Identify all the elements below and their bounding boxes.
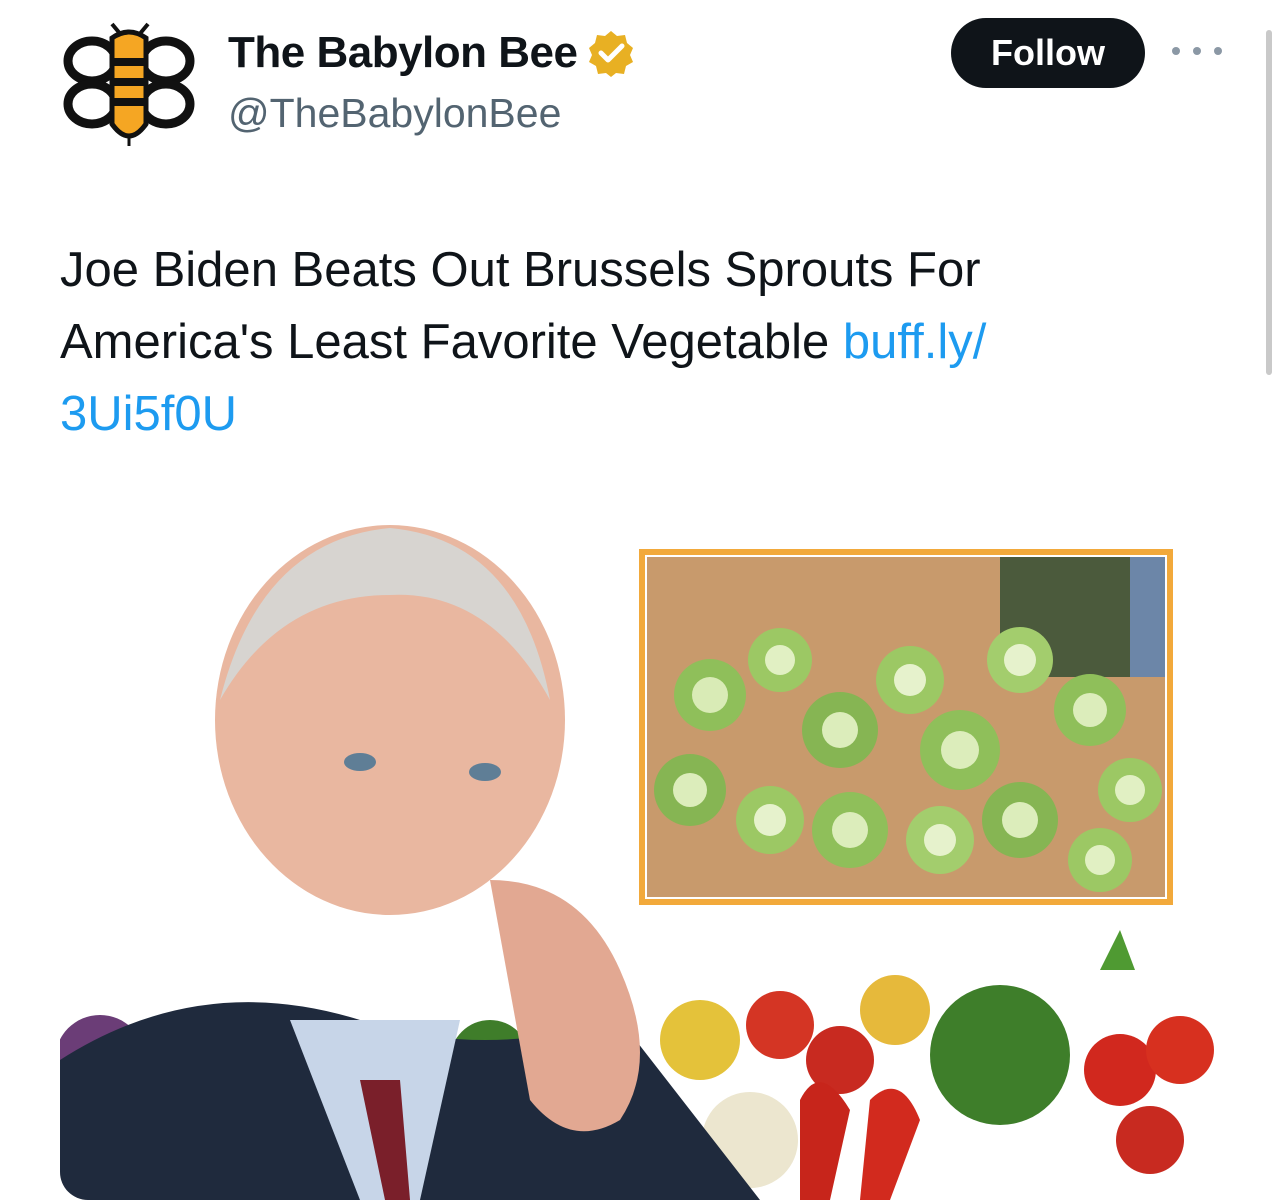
tweet-link-part2: 3Ui5f0U [60,387,238,441]
more-options-button[interactable] [1172,38,1222,64]
account-name[interactable]: The Babylon Bee [228,28,578,78]
scrollbar[interactable] [1266,30,1272,375]
more-horizontal-icon-dot [1193,47,1201,55]
more-horizontal-icon-dot [1214,47,1222,55]
gold-verified-badge-icon [589,31,634,77]
account-name-row[interactable]: The Babylon Bee [228,28,635,78]
tweet-image[interactable] [60,500,1224,1200]
tweet-text: Joe Biden Beats Out Brussels Sprouts For… [60,234,1180,450]
account-handle[interactable]: @TheBabylonBee [228,90,561,137]
more-horizontal-icon [1172,47,1180,55]
avatar[interactable] [62,16,196,150]
babylon-bee-logo-icon [63,22,195,146]
follow-button[interactable]: Follow [951,18,1145,88]
tweet-image-illustration [60,500,1224,1200]
tweet-link-part1: buff.ly/ [842,315,987,369]
